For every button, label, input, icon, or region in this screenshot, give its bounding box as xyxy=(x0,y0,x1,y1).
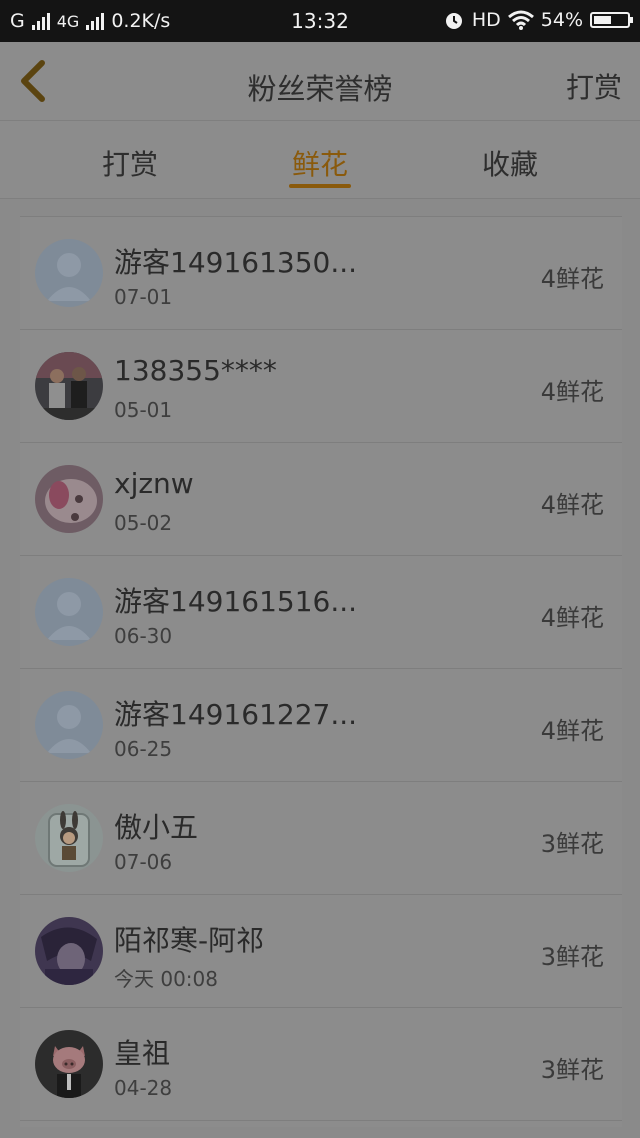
fan-date: 今天 00:08 xyxy=(114,967,218,991)
list-item[interactable]: xjznw 05-02 4鲜花 xyxy=(20,443,622,556)
fan-list: 游客149161350... 07-01 4鲜花 138355**** 05-0… xyxy=(20,216,622,1127)
flower-count: 4鲜花 xyxy=(540,491,604,519)
default-avatar-icon xyxy=(35,239,103,307)
fan-name: 游客149161516... xyxy=(114,585,358,618)
fan-date: 04-28 xyxy=(114,1076,173,1100)
wifi-icon xyxy=(507,10,534,30)
fan-name: 游客149161350... xyxy=(114,246,358,279)
status-bar: G 4G 0.2K/s 13:32 HD 54% xyxy=(0,0,640,42)
list-item[interactable]: 游客149161516... 06-30 4鲜花 xyxy=(20,556,622,669)
hd-label: HD xyxy=(471,9,501,31)
tab-bar: 打赏 鲜花 收藏 xyxy=(0,121,640,199)
flower-count: 4鲜花 xyxy=(540,378,604,406)
list-item[interactable]: 游客149161350... 07-01 4鲜花 xyxy=(20,217,622,330)
fan-name: xjznw xyxy=(114,467,194,500)
toy-photo-avatar xyxy=(35,465,103,533)
battery-icon xyxy=(590,12,633,28)
fan-name: 傲小五 xyxy=(114,811,199,844)
page-title: 粉丝荣誉榜 xyxy=(247,72,393,106)
flower-count: 3鲜花 xyxy=(540,1056,604,1084)
list-item[interactable]: 皇祖 04-28 3鲜花 xyxy=(20,1008,622,1121)
active-tab-indicator xyxy=(289,184,351,188)
list-item[interactable]: 傲小五 07-06 3鲜花 xyxy=(20,782,622,895)
fan-name: 游客149161227... xyxy=(114,698,358,731)
reward-button[interactable]: 打赏 xyxy=(566,66,622,106)
tab-reward[interactable]: 打赏 xyxy=(30,143,230,183)
battery-fill xyxy=(594,16,612,24)
fan-name: 陌祁寒-阿祁 xyxy=(114,924,265,957)
fan-name: 138355**** xyxy=(114,354,277,387)
fan-date: 05-01 xyxy=(114,398,173,422)
battery-percent: 54% xyxy=(540,9,583,31)
flower-count: 4鲜花 xyxy=(540,717,604,745)
pig-avatar xyxy=(35,1030,103,1098)
list-item[interactable]: 138355**** 05-01 4鲜花 xyxy=(20,330,622,443)
fan-date: 05-02 xyxy=(114,511,173,535)
flower-count: 4鲜花 xyxy=(540,265,604,293)
fan-date: 06-25 xyxy=(114,737,173,761)
list-item[interactable]: 游客149161227... 06-25 4鲜花 xyxy=(20,669,622,782)
app-bar: 粉丝荣誉榜 打赏 xyxy=(0,42,640,121)
default-avatar-icon xyxy=(35,691,103,759)
alarm-icon xyxy=(445,13,462,29)
couple-photo-avatar xyxy=(35,352,103,420)
tab-favorites[interactable]: 收藏 xyxy=(410,143,610,183)
tab-flowers[interactable]: 鲜花 xyxy=(220,143,420,183)
anime-avatar xyxy=(35,917,103,985)
fan-date: 06-30 xyxy=(114,624,173,648)
flower-count: 4鲜花 xyxy=(540,604,604,632)
fan-date: 07-06 xyxy=(114,850,173,874)
fan-name: 皇祖 xyxy=(114,1037,171,1070)
default-avatar-icon xyxy=(35,578,103,646)
flower-count: 3鲜花 xyxy=(540,830,604,858)
list-item[interactable]: 陌祁寒-阿祁 今天 00:08 3鲜花 xyxy=(20,895,622,1008)
bunny-figure-avatar xyxy=(35,804,103,872)
flower-count: 3鲜花 xyxy=(540,943,604,971)
status-right: HD 54% xyxy=(443,9,633,31)
fan-date: 07-01 xyxy=(114,285,173,309)
